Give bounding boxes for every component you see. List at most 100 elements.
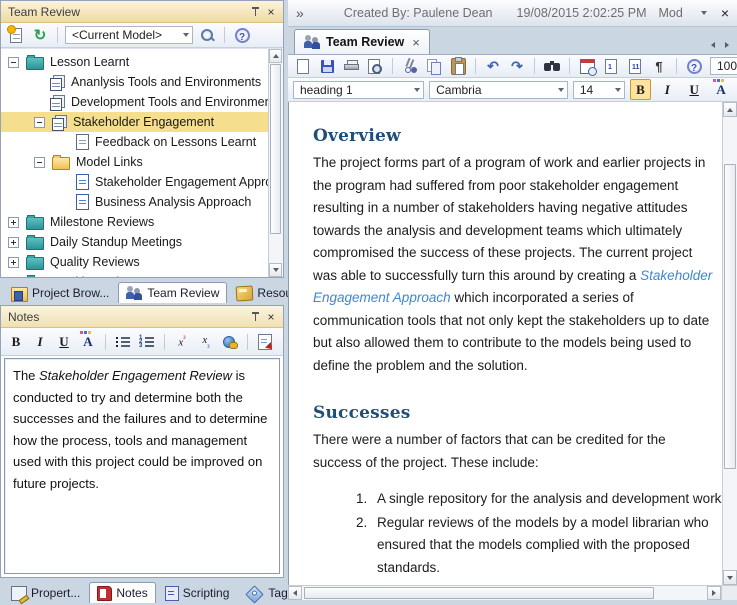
chevron-down-icon[interactable] [701, 11, 707, 15]
scroll-left-button[interactable] [288, 586, 302, 600]
collapse-icon[interactable] [34, 157, 45, 168]
redo-button[interactable]: ↷ [507, 56, 527, 76]
scroll-up-button[interactable] [723, 102, 737, 117]
scroll-down-button[interactable] [723, 570, 737, 585]
tree-item[interactable]: Stakeholder Engagement Approach [1, 172, 268, 192]
subscript-button[interactable]: x₂ [196, 332, 216, 352]
scroll-down-button[interactable] [269, 263, 282, 277]
tree-item-label: Weekly Reviews [50, 275, 141, 277]
hyperlink-button[interactable] [220, 332, 240, 352]
scrollbar-thumb[interactable] [304, 587, 654, 599]
tree-item[interactable]: Development Tools and Environments [1, 92, 268, 112]
tab-scripting[interactable]: Scripting [157, 582, 238, 603]
font-color-button[interactable]: A [710, 79, 732, 100]
tree-vertical-scrollbar[interactable] [268, 49, 283, 277]
tree-item[interactable]: Milestone Reviews [1, 212, 268, 232]
copy-button[interactable] [424, 56, 444, 76]
insert-page-number-button[interactable]: 1 [601, 56, 621, 76]
tree-item[interactable]: Weekly Reviews [1, 272, 268, 277]
document-content[interactable]: Overview The project forms part of a pro… [289, 102, 722, 585]
undo-button[interactable]: ↶ [483, 56, 503, 76]
help-button[interactable]: ? [232, 25, 252, 45]
close-icon[interactable]: × [263, 309, 279, 324]
scroll-tabs-right-icon[interactable] [725, 42, 729, 48]
find-button[interactable] [542, 56, 562, 76]
tree-item[interactable]: Feedback on Lessons Learnt [1, 132, 268, 152]
style-combo[interactable]: heading 1 [293, 81, 424, 99]
created-timestamp: 19/08/2015 2:02:25 PM [517, 6, 647, 20]
print-preview-button[interactable] [365, 56, 385, 76]
underline-button[interactable]: U [683, 79, 705, 100]
tab-team-review[interactable]: Team Review [118, 282, 227, 303]
bullet-list-button[interactable] [113, 332, 133, 352]
numbered-list-button[interactable] [137, 332, 157, 352]
toolbar-separator [475, 58, 476, 74]
new-document-button[interactable] [293, 56, 313, 76]
formatting-marks-button[interactable]: ¶ [649, 56, 669, 76]
insert-page-number-icon: 1 [605, 59, 617, 74]
bold-button[interactable]: B [630, 79, 652, 100]
tree-item[interactable]: Daily Standup Meetings [1, 232, 268, 252]
search-button[interactable] [197, 25, 217, 45]
new-document-icon [297, 59, 309, 74]
tree-item-label: Milestone Reviews [50, 215, 154, 229]
tree-item[interactable]: Stakeholder Engagement [1, 112, 268, 132]
font-size-combo[interactable]: 14 [573, 81, 625, 99]
collapse-chevron-icon[interactable]: » [296, 5, 304, 21]
tab-notes[interactable]: Notes [89, 582, 155, 603]
close-icon[interactable]: × [263, 4, 279, 19]
cut-button[interactable] [400, 56, 420, 76]
tree-item[interactable]: Model Links [1, 152, 268, 172]
pin-icon[interactable] [247, 4, 263, 19]
tab-properties[interactable]: Propert... [3, 582, 88, 603]
expand-icon[interactable] [8, 277, 19, 278]
paste-icon [451, 58, 466, 75]
scroll-tabs-left-icon[interactable] [711, 42, 715, 48]
print-button[interactable] [341, 56, 361, 76]
insert-page-count-button[interactable]: 11 [625, 56, 645, 76]
insert-date-button[interactable] [577, 56, 597, 76]
font-color-button[interactable]: A [78, 332, 98, 352]
font-combo[interactable]: Cambria [429, 81, 568, 99]
expand-icon[interactable] [8, 257, 19, 268]
tree-item[interactable]: Ananlysis Tools and Environments [1, 72, 268, 92]
collapse-icon[interactable] [34, 117, 45, 128]
tree-item[interactable]: Business Analysis Approach [1, 192, 268, 212]
zoom-combo[interactable]: 100% [710, 57, 737, 75]
expand-icon[interactable] [8, 237, 19, 248]
created-by-label: Created By: Paulene Dean [344, 6, 493, 20]
copy-icon [427, 59, 441, 74]
superscript-button[interactable]: x² [172, 332, 192, 352]
tab-team-review-document[interactable]: Team Review × [294, 29, 430, 54]
insert-document-button[interactable] [255, 332, 275, 352]
tab-close-icon[interactable]: × [412, 35, 420, 50]
document-vertical-scrollbar[interactable] [722, 102, 737, 585]
tab-project-browser[interactable]: Project Brow... [3, 282, 117, 303]
new-topic-button[interactable] [6, 25, 26, 45]
close-icon[interactable]: × [721, 6, 729, 20]
hyperlink-icon [223, 336, 237, 348]
tree-item[interactable]: Quality Reviews [1, 252, 268, 272]
expand-icon[interactable] [8, 217, 19, 228]
italic-button[interactable]: I [30, 332, 50, 352]
underline-button[interactable]: U [54, 332, 74, 352]
hscroll-track[interactable] [288, 585, 721, 600]
save-button[interactable] [317, 56, 337, 76]
insert-page-count-icon: 11 [629, 59, 641, 74]
italic-button[interactable]: I [656, 79, 678, 100]
notes-text[interactable]: The Stakeholder Engagement Review is con… [4, 358, 280, 574]
scrollbar-thumb[interactable] [270, 64, 281, 234]
model-combo[interactable]: <Current Model> [65, 26, 193, 44]
document-horizontal-scrollbar[interactable] [288, 585, 737, 600]
bold-button[interactable]: B [6, 332, 26, 352]
collapse-icon[interactable] [8, 57, 19, 68]
help-button[interactable]: ? [684, 56, 704, 76]
zoom-combo-value: 100% [717, 59, 737, 73]
scrollbar-thumb[interactable] [724, 164, 736, 469]
scroll-right-button[interactable] [707, 586, 721, 600]
scroll-up-button[interactable] [269, 49, 282, 63]
refresh-button[interactable]: ↻ [30, 25, 50, 45]
tree-item[interactable]: Lesson Learnt [1, 52, 268, 72]
pin-icon[interactable] [247, 309, 263, 324]
paste-button[interactable] [448, 56, 468, 76]
